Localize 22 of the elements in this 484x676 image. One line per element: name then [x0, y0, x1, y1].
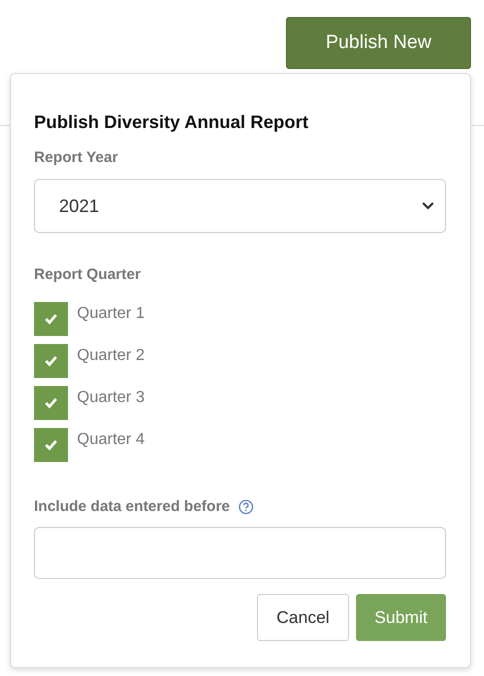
checkbox-label: Quarter 4 — [77, 431, 145, 449]
cancel-button[interactable]: Cancel — [257, 594, 349, 641]
checkmark-icon — [44, 313, 58, 325]
date-input-field[interactable] — [34, 527, 446, 579]
checkbox-label: Quarter 1 — [77, 305, 145, 323]
checkbox-label: Quarter 3 — [77, 389, 145, 407]
field-label: Include data entered before — [34, 498, 230, 515]
checkmark-icon — [44, 397, 58, 409]
field-label: Report Quarter — [34, 266, 142, 283]
help-icon[interactable] — [238, 498, 254, 514]
field-label: Report Year — [34, 149, 119, 166]
checkmark-icon — [44, 439, 58, 451]
checkbox[interactable] — [34, 386, 68, 420]
popover-title: Publish Diversity Annual Report — [34, 112, 310, 133]
checkbox[interactable] — [34, 302, 68, 336]
checkmark-icon — [44, 355, 58, 367]
year-select[interactable]: 2021 — [34, 179, 446, 233]
checkbox[interactable] — [34, 428, 68, 462]
chevron-down-icon — [421, 201, 435, 211]
checkbox[interactable] — [34, 344, 68, 378]
checkbox-label: Quarter 2 — [77, 347, 145, 365]
publish-new-button[interactable]: Publish New — [286, 17, 471, 69]
